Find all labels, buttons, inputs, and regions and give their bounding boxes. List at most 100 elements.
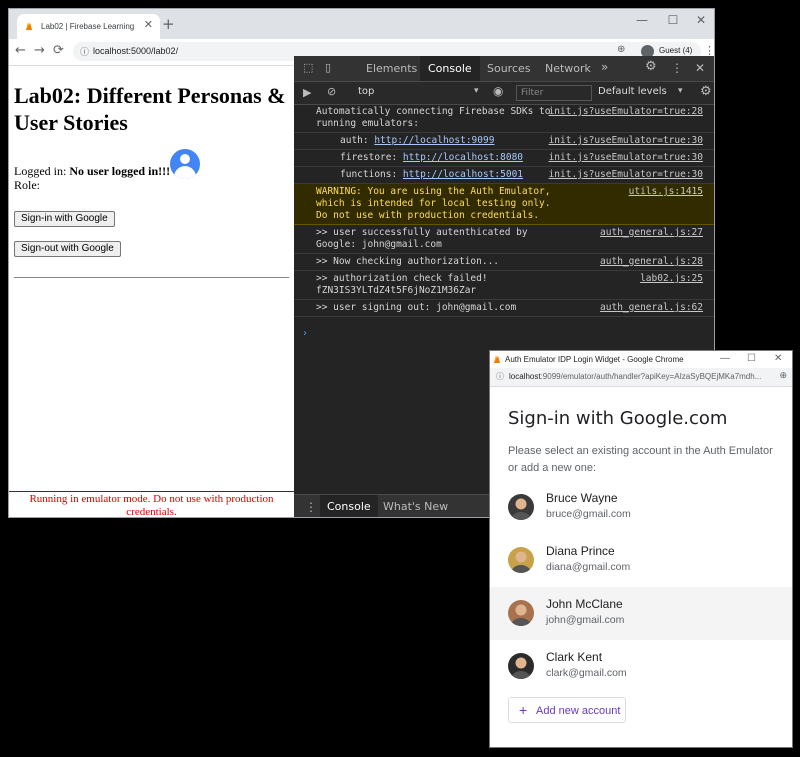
page-content: Lab02: Different Personas & User Stories…: [9, 66, 294, 517]
account-item[interactable]: Bruce Wayne bruce@gmail.com: [490, 481, 792, 534]
tab-title: Lab02 | Firebase Learning: [41, 22, 135, 31]
role-label: Role:: [14, 178, 40, 192]
popup-title: Auth Emulator IDP Login Widget - Google …: [505, 355, 684, 364]
console-message: firestore:: [340, 152, 403, 163]
clear-console-icon[interactable]: ⊘: [327, 85, 336, 98]
signout-button[interactable]: Sign-out with Google: [14, 241, 121, 257]
firebase-icon: [494, 355, 500, 363]
console-message: Automatically connecting Firebase SDKs t…: [316, 106, 551, 129]
add-account-button[interactable]: + Add new account: [508, 697, 626, 723]
context-select[interactable]: top: [358, 86, 374, 97]
levels-dropdown-icon[interactable]: ▾: [678, 86, 683, 96]
emulator-banner: Running in emulator mode. Do not use wit…: [9, 491, 294, 517]
tab-console[interactable]: Console: [420, 56, 480, 81]
console-warning-row: utils.js:1415 WARNING: You are using the …: [294, 184, 714, 225]
login-value: No user logged in!!!: [69, 164, 171, 178]
console-source-link[interactable]: init.js?useEmulator=true:28: [549, 106, 703, 118]
console-message: >> user signing out: john@gmail.com: [316, 302, 517, 313]
console-message: >> user successfully autenthicated by Go…: [316, 227, 528, 250]
console-row: auth_general.js:28 >> Now checking author…: [294, 254, 714, 271]
close-tab-icon[interactable]: ✕: [144, 18, 153, 31]
forward-button[interactable]: →: [34, 43, 45, 58]
levels-select[interactable]: Default levels: [598, 86, 667, 97]
zoom-icon[interactable]: ⊕: [779, 370, 787, 381]
zoom-icon[interactable]: ⊕: [617, 44, 625, 55]
console-settings-icon[interactable]: ⚙: [700, 84, 712, 99]
console-log: init.js?useEmulator=true:28 Automatically…: [294, 104, 714, 317]
account-item[interactable]: Clark Kent clark@gmail.com: [490, 640, 792, 693]
console-source-link[interactable]: auth_general.js:62: [600, 302, 703, 314]
popup-close-icon[interactable]: ✕: [774, 353, 782, 364]
console-source-link[interactable]: init.js?useEmulator=true:30: [549, 152, 703, 164]
devtools-tabbar: ⬚ ▯ Elements Console Sources Network » ⚙…: [294, 56, 714, 82]
console-row: init.js?useEmulator=true:30 firestore: ht…: [294, 150, 714, 167]
console-source-link[interactable]: init.js?useEmulator=true:30: [549, 135, 703, 147]
console-source-link[interactable]: utils.js:1415: [629, 186, 703, 198]
auth-popup-window: Auth Emulator IDP Login Widget - Google …: [489, 350, 793, 748]
tab-network[interactable]: Network: [537, 56, 599, 81]
account-item[interactable]: John McClane john@gmail.com: [490, 587, 792, 640]
popup-titlebar: Auth Emulator IDP Login Widget - Google …: [490, 351, 792, 368]
account-item[interactable]: Diana Prince diana@gmail.com: [490, 534, 792, 587]
browser-tab[interactable]: Lab02 | Firebase Learning ✕: [17, 14, 160, 39]
account-avatar: [508, 547, 534, 573]
drawer-menu-icon[interactable]: ⋮: [305, 500, 317, 514]
filter-input[interactable]: Filter: [516, 85, 592, 101]
close-devtools-icon[interactable]: ✕: [695, 61, 705, 75]
popup-heading: Sign-in with Google.com: [508, 408, 728, 429]
minimize-icon[interactable]: —: [628, 13, 656, 27]
console-source-link[interactable]: lab02.js:25: [640, 273, 703, 285]
console-message: WARNING: You are using the Auth Emulator…: [316, 186, 551, 221]
console-message: >> authorization check failed! fZN3IS3YL…: [316, 273, 488, 296]
console-message: >> Now checking authorization...: [316, 256, 500, 267]
back-button[interactable]: ←: [15, 43, 26, 58]
info-icon[interactable]: ⓘ: [80, 45, 89, 58]
popup-url-host: localhost: [509, 372, 541, 381]
console-message: auth:: [340, 135, 375, 146]
console-row: init.js?useEmulator=true:30 functions: ht…: [294, 167, 714, 184]
account-avatar: [508, 494, 534, 520]
console-source-link[interactable]: auth_general.js:27: [600, 227, 703, 239]
info-icon[interactable]: ⓘ: [496, 371, 504, 382]
address-url[interactable]: localhost:5000/lab02/: [93, 46, 178, 56]
new-tab-button[interactable]: +: [162, 15, 175, 33]
more-tabs-icon[interactable]: »: [601, 60, 608, 74]
account-avatar: [508, 653, 534, 679]
kebab-menu-icon[interactable]: ⋮: [671, 61, 683, 75]
account-name: Diana Prince: [546, 544, 615, 558]
plus-icon: +: [519, 702, 528, 718]
device-toolbar-icon[interactable]: ▯: [325, 61, 331, 74]
context-dropdown-icon[interactable]: ▾: [474, 86, 479, 96]
tab-sources[interactable]: Sources: [479, 56, 539, 81]
account-avatar: [508, 600, 534, 626]
signin-button[interactable]: Sign-in with Google: [14, 211, 115, 227]
popup-url: localhost:9099/emulator/auth/handler?api…: [509, 372, 774, 381]
reload-button[interactable]: ⟳: [53, 43, 64, 58]
login-label: Logged in:: [14, 164, 67, 178]
popup-maximize-icon[interactable]: ☐: [747, 353, 756, 364]
account-email: diana@gmail.com: [546, 561, 631, 573]
popup-minimize-icon[interactable]: —: [720, 353, 730, 364]
inspect-icon[interactable]: ⬚: [303, 61, 313, 74]
eye-icon[interactable]: ◉: [493, 84, 503, 98]
console-source-link[interactable]: init.js?useEmulator=true:30: [549, 169, 703, 181]
close-window-icon[interactable]: ✕: [687, 13, 714, 27]
console-url-link[interactable]: http://localhost:5001: [403, 169, 523, 180]
add-account-label: Add new account: [536, 705, 621, 717]
console-source-link[interactable]: auth_general.js:28: [600, 256, 703, 268]
maximize-icon[interactable]: ☐: [659, 13, 687, 27]
console-prompt-icon[interactable]: ›: [302, 328, 308, 339]
account-name: Bruce Wayne: [546, 491, 618, 505]
drawer-tab-console[interactable]: Console: [320, 495, 378, 517]
console-row: auth_general.js:27 >> user successfully a…: [294, 225, 714, 254]
console-url-link[interactable]: http://localhost:8080: [403, 152, 523, 163]
user-avatar-icon: [170, 149, 200, 179]
console-url-link[interactable]: http://localhost:9099: [374, 135, 494, 146]
drawer-tab-whats-new[interactable]: What's New: [376, 495, 455, 517]
tab-elements[interactable]: Elements: [358, 56, 425, 81]
page-title: Lab02: Different Personas & User Stories: [14, 83, 286, 135]
settings-gear-icon[interactable]: ⚙: [645, 59, 657, 74]
sidebar-toggle-icon[interactable]: ▶: [303, 86, 311, 99]
console-message: functions:: [340, 169, 403, 180]
console-row: lab02.js:25 >> authorization check failed…: [294, 271, 714, 300]
